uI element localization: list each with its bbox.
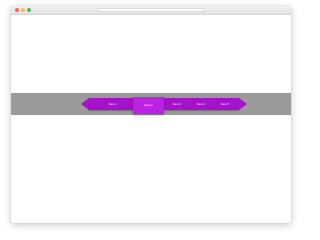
window-titlebar: [11, 6, 291, 15]
nav-item-5[interactable]: Item 5: [213, 98, 237, 110]
nav-item-2-active[interactable]: Item 2: [133, 97, 164, 114]
address-bar[interactable]: [97, 8, 205, 12]
ribbon-right-tail: [239, 98, 247, 110]
nav-item-4[interactable]: Item 4: [189, 98, 213, 110]
minimize-window-icon[interactable]: [21, 8, 25, 12]
ribbon-left-tail: [81, 98, 89, 110]
browser-window: Item 1 Item 2 Item 3 Item 4 Item 5: [11, 6, 291, 223]
page-viewport: Item 1 Item 2 Item 3 Item 4 Item 5: [11, 15, 291, 223]
nav-strip: Item 1 Item 2 Item 3 Item 4 Item 5: [11, 93, 291, 115]
nav-item-1[interactable]: Item 1: [99, 98, 127, 110]
zoom-window-icon[interactable]: [27, 8, 31, 12]
screenshot-stage: Item 1 Item 2 Item 3 Item 4 Item 5: [0, 0, 300, 237]
ribbon-menu: Item 1 Item 2 Item 3 Item 4 Item 5: [89, 97, 239, 114]
nav-item-3[interactable]: Item 3: [165, 98, 189, 110]
close-window-icon[interactable]: [15, 8, 19, 12]
